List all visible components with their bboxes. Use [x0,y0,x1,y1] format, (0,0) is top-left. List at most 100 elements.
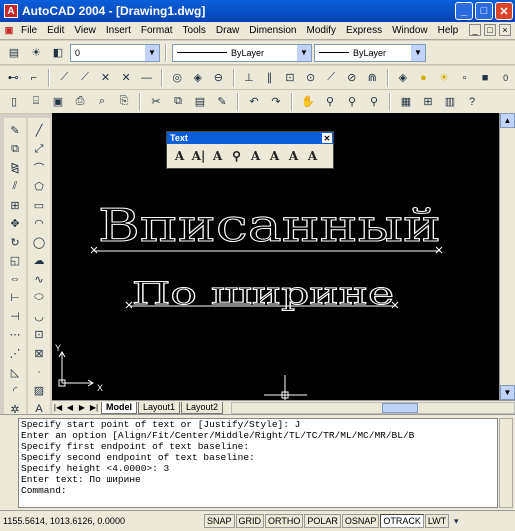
menu-file[interactable]: File [16,25,42,36]
point-icon[interactable]: · [30,363,48,381]
menu-edit[interactable]: Edit [42,25,69,36]
command-history[interactable]: Specify start point of text or [Justify/… [18,418,498,508]
chevron-down-icon[interactable]: ▼ [297,44,311,61]
coordinates-readout[interactable]: 1155.5614, 1013.6126, 0.0000 [3,516,203,526]
properties-icon[interactable]: ▦ [396,92,416,112]
chamfer-icon[interactable]: ◺ [6,363,24,381]
lineweight-combo[interactable]: ByLayer ▼ [314,43,426,62]
arc-icon[interactable]: ◠ [30,215,48,233]
extend-icon[interactable]: ⊣ [6,308,24,326]
menu-window[interactable]: Window [387,25,433,36]
snap-node-icon[interactable]: ⊙ [301,68,320,88]
doc-restore-button[interactable]: □ [484,24,496,36]
spell-check-button[interactable]: A [247,147,264,165]
copy-icon[interactable]: ⧉ [168,92,188,112]
menu-dimension[interactable]: Dimension [244,25,301,36]
lwt-toggle[interactable]: LWT [424,514,450,528]
sun-icon[interactable]: ☀ [435,68,454,88]
layer-manager-icon[interactable]: ▤ [4,43,24,63]
break-at-point-icon[interactable]: ⋯ [6,326,24,344]
circle-icon[interactable]: ◯ [30,233,48,251]
snap-insert-icon[interactable]: ⊡ [281,68,300,88]
pan-icon[interactable]: ✋ [298,92,318,112]
grid-toggle[interactable]: GRID [235,514,265,528]
osnap-settings-icon[interactable]: ⋒ [363,68,382,88]
snap-midpoint-icon[interactable]: ⟋ [76,68,95,88]
menu-modify[interactable]: Modify [302,25,341,36]
revision-cloud-icon[interactable]: ☁ [30,252,48,270]
snap-perpendicular-icon[interactable]: ⊥ [240,68,259,88]
menu-draw[interactable]: Draw [211,25,244,36]
snap-endpoint-icon[interactable]: ⟋ [55,68,74,88]
scale-icon[interactable]: ◱ [6,252,24,270]
doc-close-button[interactable]: × [499,24,511,36]
paste-icon[interactable]: ▤ [190,92,210,112]
trim-icon[interactable]: ⊢ [6,289,24,307]
linetype-combo[interactable]: ByLayer ▼ [172,43,312,62]
single-line-text-button[interactable]: A| [190,147,207,165]
edit-text-button[interactable]: A [209,147,226,165]
justify-text-button[interactable]: A [304,147,321,165]
ortho-toggle[interactable]: ORTHO [265,514,304,528]
fillet-icon[interactable]: ◜ [6,382,24,400]
menu-view[interactable]: View [69,25,101,36]
break-icon[interactable]: ⋰ [6,345,24,363]
chevron-down-icon[interactable]: ▼ [411,44,425,61]
redo-icon[interactable]: ↷ [266,92,286,112]
layer-combo[interactable]: 0 ▼ [70,43,160,62]
maximize-button[interactable]: □ [475,2,493,20]
close-button[interactable]: ✕ [495,2,513,20]
snap-intersection-icon[interactable]: ✕ [96,68,115,88]
layer-name-icon[interactable]: 0 [496,68,515,88]
vertical-scrollbar[interactable]: ▲ ▼ [499,113,515,400]
snap-none-icon[interactable]: ⊘ [342,68,361,88]
snap-nearest-icon[interactable]: ⟋ [322,68,341,88]
snap-toggle[interactable]: SNAP [204,514,235,528]
hatch-icon[interactable]: ▨ [30,382,48,400]
zoom-realtime-icon[interactable]: ⚲ [320,92,340,112]
menu-tools[interactable]: Tools [178,25,211,36]
insert-block-icon[interactable]: ⊡ [30,326,48,344]
doc-minimize-button[interactable]: _ [469,24,481,36]
text-entity-po-shirine[interactable]: По ширине [132,276,395,313]
bulb-on-icon[interactable]: ● [414,68,433,88]
snap-extension-icon[interactable]: — [137,68,156,88]
snap-center-icon[interactable]: ◎ [168,68,187,88]
zoom-window-icon[interactable]: ⚲ [342,92,362,112]
tab-layout2[interactable]: Layout2 [181,401,224,414]
copy-object-icon[interactable]: ⧉ [6,141,24,159]
minimize-button[interactable]: _ [455,2,473,20]
chevron-down-icon[interactable]: ▼ [145,44,159,61]
move-icon[interactable]: ✥ [6,215,24,233]
line-icon[interactable]: ╱ [30,122,48,140]
scale-text-button[interactable]: A [285,147,302,165]
last-tab-icon[interactable]: ▶| [88,402,100,414]
spline-icon[interactable]: ∿ [30,271,48,289]
plot-preview-icon[interactable]: ⌕ [92,92,112,112]
plot-icon[interactable]: ⎙ [70,92,90,112]
undo-icon[interactable]: ↶ [244,92,264,112]
menu-help[interactable]: Help [433,25,464,36]
stretch-icon[interactable]: ⇔ [6,271,24,289]
document-icon[interactable]: ▣ [2,24,16,38]
polygon-icon[interactable]: ⬠ [30,178,48,196]
text-entity-vpisanny[interactable]: Вписанный [98,199,442,253]
ellipse-arc-icon[interactable]: ◡ [30,308,48,326]
offset-icon[interactable]: ⫽ [6,178,24,196]
publish-icon[interactable]: ⎘ [114,92,134,112]
erase-icon[interactable]: ✎ [6,122,24,140]
multiline-text-button[interactable]: A [171,147,188,165]
otrack-toggle[interactable]: OTRACK [380,514,424,528]
snap-parallel-icon[interactable]: ∥ [260,68,279,88]
tool-palettes-icon[interactable]: ▥ [440,92,460,112]
snap-apparent-icon[interactable]: ✕ [117,68,136,88]
close-icon[interactable]: ✕ [322,133,332,143]
array-icon[interactable]: ⊞ [6,196,24,214]
ellipse-icon[interactable]: ⬭ [30,289,48,307]
next-tab-icon[interactable]: ▶ [76,402,88,414]
snap-from-icon[interactable]: ⌐ [25,68,44,88]
command-scrollbar[interactable] [499,418,513,508]
polar-toggle[interactable]: POLAR [304,514,341,528]
mirror-icon[interactable]: ⧎ [6,159,24,177]
make-block-icon[interactable]: ⊠ [30,345,48,363]
